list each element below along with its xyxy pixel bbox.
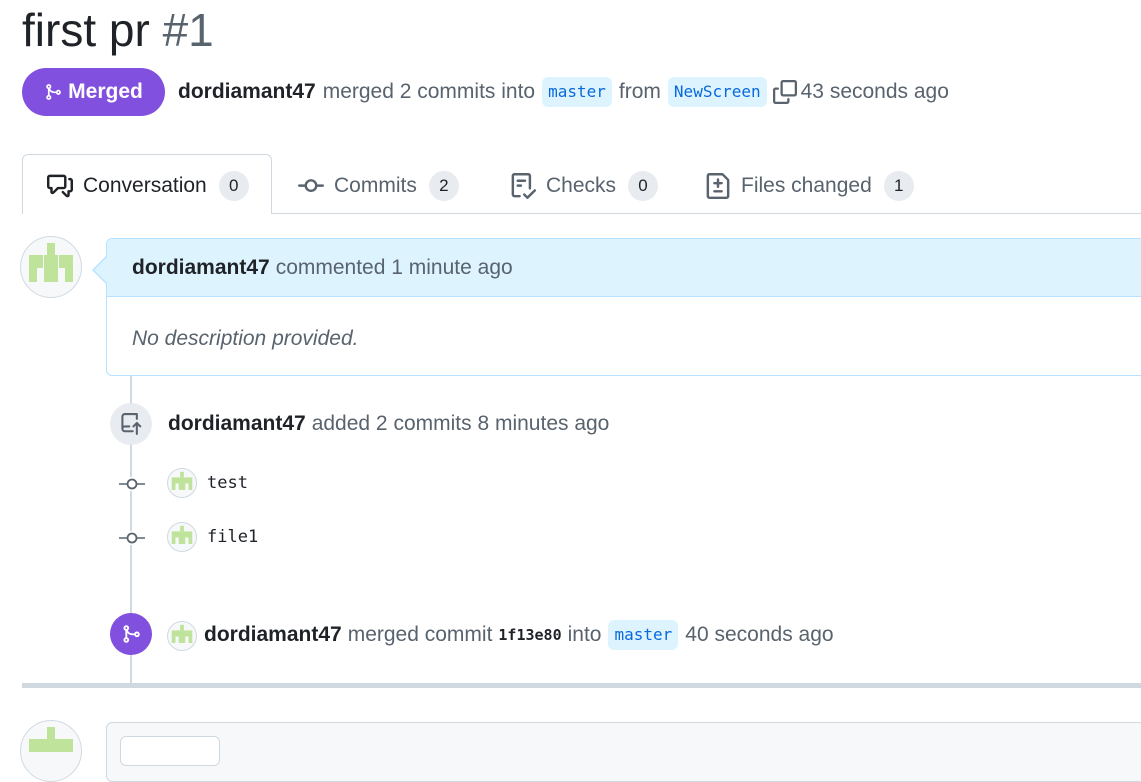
avatar[interactable] bbox=[167, 522, 197, 552]
new-comment-box[interactable] bbox=[106, 722, 1141, 782]
tab-files-changed-count: 1 bbox=[883, 171, 914, 201]
identicon-icon bbox=[171, 624, 193, 643]
identicon-icon bbox=[29, 243, 73, 282]
identicon-icon bbox=[171, 525, 193, 544]
merge-badge bbox=[110, 613, 152, 655]
identicon-icon bbox=[29, 727, 73, 752]
merged-state-badge: Merged bbox=[22, 68, 165, 116]
merge-status-text: merged 2 commits into bbox=[322, 80, 536, 103]
comment-body: No description provided. bbox=[132, 327, 359, 350]
git-commit-icon bbox=[119, 477, 145, 491]
tab-commits-count: 2 bbox=[428, 171, 459, 201]
tab-checks-count: 0 bbox=[628, 171, 659, 201]
commits-event-text: added 2 commits 8 minutes ago bbox=[311, 412, 610, 435]
merge-event-time: 40 seconds ago bbox=[685, 623, 834, 646]
comment-author-link[interactable]: dordiamant47 bbox=[132, 256, 270, 280]
commit-message-link[interactable]: file1 bbox=[207, 527, 258, 547]
pr-title: first pr #1 bbox=[22, 2, 214, 58]
head-branch-link[interactable]: NewScreen bbox=[667, 77, 767, 107]
merge-into-text: into bbox=[567, 623, 602, 646]
repo-push-badge bbox=[110, 403, 152, 445]
comment-action: commented 1 minute ago bbox=[275, 255, 513, 279]
commits-event-author-link[interactable]: dordiamant47 bbox=[168, 412, 306, 436]
comment-header: dordiamant47 commented 1 minute ago bbox=[107, 239, 1141, 297]
tab-commits-label: Commits bbox=[334, 174, 417, 197]
from-text: from bbox=[618, 80, 661, 103]
merge-event-text: merged commit bbox=[347, 623, 493, 646]
timeline-divider bbox=[22, 683, 1141, 688]
copy-icon[interactable] bbox=[772, 80, 797, 104]
commit-message-link[interactable]: test bbox=[207, 473, 248, 493]
pr-number: #1 bbox=[162, 4, 214, 56]
git-commit-icon bbox=[298, 173, 324, 199]
merged-time: 43 seconds ago bbox=[800, 80, 949, 103]
git-commit-icon bbox=[119, 531, 145, 545]
comment-caret-fill bbox=[94, 257, 107, 283]
merge-event-author-link[interactable]: dordiamant47 bbox=[204, 623, 342, 647]
tab-checks[interactable]: Checks 0 bbox=[510, 156, 659, 216]
git-merge-icon bbox=[121, 624, 141, 644]
commit-sha-link[interactable]: 1f13e80 bbox=[498, 626, 561, 644]
avatar[interactable] bbox=[20, 720, 82, 782]
base-branch-link[interactable]: master bbox=[542, 77, 612, 107]
avatar[interactable] bbox=[167, 468, 197, 498]
merge-branch-link[interactable]: master bbox=[608, 620, 679, 650]
tab-files-changed-label: Files changed bbox=[741, 174, 872, 197]
file-diff-icon bbox=[705, 173, 731, 199]
repo-push-icon bbox=[120, 413, 142, 435]
tab-files-changed[interactable]: Files changed 1 bbox=[705, 156, 914, 216]
comment-box: dordiamant47 commented 1 minute ago No d… bbox=[106, 238, 1141, 376]
author-link[interactable]: dordiamant47 bbox=[178, 76, 316, 108]
checklist-icon bbox=[510, 173, 536, 199]
commits-added-event: dordiamant47 added 2 commits 8 minutes a… bbox=[168, 408, 609, 440]
git-merge-icon bbox=[44, 82, 62, 102]
identicon-icon bbox=[171, 471, 193, 490]
merge-status-line: dordiamant47 merged 2 commits into maste… bbox=[178, 76, 949, 108]
avatar[interactable] bbox=[167, 621, 197, 651]
pr-title-text: first pr bbox=[22, 4, 150, 56]
comment-discussion-icon bbox=[47, 173, 73, 199]
tab-conversation[interactable]: Conversation 0 bbox=[47, 156, 249, 216]
write-tab[interactable] bbox=[120, 736, 220, 766]
tab-conversation-label: Conversation bbox=[83, 174, 207, 197]
tab-commits[interactable]: Commits 2 bbox=[298, 156, 459, 216]
merge-event: dordiamant47 merged commit 1f13e80 into … bbox=[204, 618, 834, 652]
tab-conversation-count: 0 bbox=[218, 171, 249, 201]
avatar[interactable] bbox=[20, 236, 82, 298]
merged-badge-label: Merged bbox=[68, 80, 143, 103]
tab-checks-label: Checks bbox=[546, 174, 617, 197]
